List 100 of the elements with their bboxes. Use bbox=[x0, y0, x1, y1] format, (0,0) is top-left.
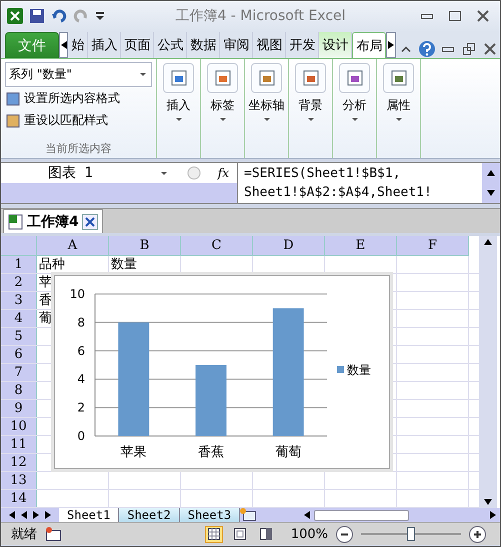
close-icon bbox=[477, 10, 489, 22]
row-header[interactable]: 1 bbox=[1, 256, 37, 273]
ribbon-button[interactable]: 分析 bbox=[333, 59, 377, 158]
chart-element-dropdown[interactable]: 系列 "数量" bbox=[5, 62, 152, 87]
row-header[interactable]: 14 bbox=[1, 490, 37, 507]
help-icon bbox=[418, 40, 436, 58]
help-button[interactable] bbox=[416, 40, 438, 58]
ribbon-tab[interactable]: 数据 bbox=[187, 32, 220, 58]
row-header[interactable]: 9 bbox=[1, 400, 37, 417]
row-header[interactable]: 3 bbox=[1, 292, 37, 309]
axis-chart-icon bbox=[258, 69, 276, 87]
view-button[interactable] bbox=[204, 526, 223, 542]
ribbon-button[interactable]: 坐标轴 bbox=[245, 59, 289, 158]
scroll-up-icon[interactable] bbox=[487, 170, 495, 176]
maximize-icon bbox=[449, 11, 461, 21]
cell-text: 数量 bbox=[111, 257, 137, 272]
insert-function-button[interactable]: fx bbox=[218, 166, 229, 180]
reset-style-button[interactable]: 重设以匹配样式 bbox=[5, 110, 152, 131]
axis-tick-label: 8 bbox=[77, 315, 85, 330]
group-label: 当前所选内容 bbox=[44, 141, 112, 156]
close-icon bbox=[84, 216, 95, 226]
formula-text[interactable]: =SERIES(Sheet1!$B$1, Sheet1!$A$2:$A$4,Sheet1! bbox=[238, 163, 482, 203]
row-header[interactable]: 10 bbox=[1, 418, 37, 435]
ribbon-button[interactable]: 插入 bbox=[157, 59, 201, 158]
column-header[interactable]: F bbox=[397, 236, 469, 256]
axis-tick-label: 2 bbox=[77, 400, 85, 415]
zoom-slider-thumb[interactable] bbox=[407, 527, 415, 541]
ribbon-button[interactable]: 标签 bbox=[201, 59, 245, 158]
ribbon-tab[interactable]: 审阅 bbox=[220, 32, 254, 58]
column-header[interactable]: E bbox=[325, 236, 397, 256]
first-sheet-icon[interactable] bbox=[9, 511, 15, 519]
workbook-icon bbox=[8, 214, 24, 230]
axis-tick-label: 4 bbox=[77, 372, 85, 386]
name-box[interactable]: 图表 1 fx bbox=[1, 163, 237, 183]
ribbon-tab[interactable]: 始 bbox=[68, 32, 88, 58]
sheet-tab[interactable]: Sheet2 bbox=[119, 508, 180, 522]
ribbon-tab[interactable]: 布局 bbox=[352, 32, 386, 58]
chart-area[interactable]: 0 2 4 6 8 10 苹果 香蕉 葡萄 数量 bbox=[54, 275, 390, 469]
file-tab[interactable]: 文件 bbox=[5, 32, 59, 58]
category-label: 香蕉 bbox=[198, 445, 224, 460]
tab-scroll-right-button[interactable] bbox=[386, 32, 396, 58]
format-selection-button[interactable]: 设置所选内容格式 bbox=[5, 88, 152, 109]
column-header[interactable]: C bbox=[181, 236, 253, 256]
previous-sheet-icon[interactable] bbox=[21, 511, 27, 519]
axis-tick-label: 0 bbox=[77, 429, 85, 443]
legend-label: 数量 bbox=[347, 363, 371, 377]
sheet-tab[interactable]: Sheet1 bbox=[59, 508, 120, 522]
axis-tick-label: 10 bbox=[70, 287, 85, 301]
label-icon bbox=[214, 69, 232, 87]
column-header[interactable]: A bbox=[37, 236, 109, 256]
tab-scroll-left-button[interactable] bbox=[58, 32, 68, 58]
ribbon-tab[interactable]: 插入 bbox=[88, 32, 122, 58]
chevron-up-icon bbox=[401, 46, 412, 52]
category-label: 苹果 bbox=[120, 445, 147, 460]
column-header[interactable]: D bbox=[253, 236, 325, 256]
next-sheet-icon[interactable] bbox=[33, 511, 39, 519]
row-header[interactable]: 6 bbox=[1, 346, 37, 363]
row-header[interactable]: 7 bbox=[1, 364, 37, 381]
row-header[interactable]: 2 bbox=[1, 274, 37, 291]
minimize-icon bbox=[421, 14, 433, 18]
scroll-right-icon bbox=[490, 511, 496, 519]
row-header[interactable]: 11 bbox=[1, 436, 37, 453]
save-icon[interactable] bbox=[29, 8, 45, 24]
close-button[interactable] bbox=[82, 214, 98, 230]
ribbon-button[interactable]: 背景 bbox=[289, 59, 333, 158]
excel-logo-icon[interactable] bbox=[7, 8, 23, 24]
zoom-out-button[interactable] bbox=[336, 526, 353, 542]
ribbon-tab[interactable]: 页面 bbox=[121, 32, 154, 58]
sheet-tab[interactable]: Sheet3 bbox=[180, 508, 240, 522]
vertical-scrollbar[interactable] bbox=[479, 236, 497, 508]
ribbon-tab[interactable]: 视图 bbox=[253, 32, 286, 58]
page-break-icon bbox=[260, 528, 272, 540]
undo-icon[interactable] bbox=[51, 8, 67, 24]
cell-text: 品种 bbox=[39, 257, 65, 272]
trendline-icon bbox=[346, 69, 364, 87]
scroll-left-icon bbox=[304, 511, 310, 519]
row-header[interactable]: 13 bbox=[1, 472, 37, 489]
zoom-in-button[interactable] bbox=[469, 526, 486, 542]
bar bbox=[196, 365, 226, 436]
ribbon-tab[interactable]: 设计 bbox=[319, 32, 352, 58]
last-sheet-icon[interactable] bbox=[45, 511, 51, 519]
new-sheet-icon[interactable] bbox=[240, 508, 256, 521]
scroll-down-icon[interactable] bbox=[487, 190, 495, 196]
window-title: 工作簿4 - Microsoft Excel bbox=[174, 7, 347, 25]
workbook-tab[interactable]: 工作簿4 bbox=[3, 209, 103, 233]
shapes-icon bbox=[170, 69, 188, 87]
category-label: 葡萄 bbox=[275, 445, 302, 460]
row-header[interactable]: 8 bbox=[1, 382, 37, 399]
row-header[interactable]: 12 bbox=[1, 454, 37, 471]
zoom-level[interactable]: 100% bbox=[290, 526, 328, 542]
cell-text: 苹 bbox=[39, 275, 52, 290]
cell-text: 香 bbox=[39, 293, 52, 308]
row-header[interactable]: 5 bbox=[1, 328, 37, 345]
column-header[interactable]: B bbox=[109, 236, 181, 256]
customize-icon[interactable] bbox=[95, 11, 105, 21]
macro-record-icon[interactable] bbox=[45, 527, 61, 541]
scroll-down-icon bbox=[484, 499, 492, 505]
row-header[interactable]: 4 bbox=[1, 310, 37, 327]
ribbon-tab[interactable]: 公式 bbox=[154, 32, 188, 58]
ribbon-button[interactable]: 属性 bbox=[377, 59, 421, 158]
